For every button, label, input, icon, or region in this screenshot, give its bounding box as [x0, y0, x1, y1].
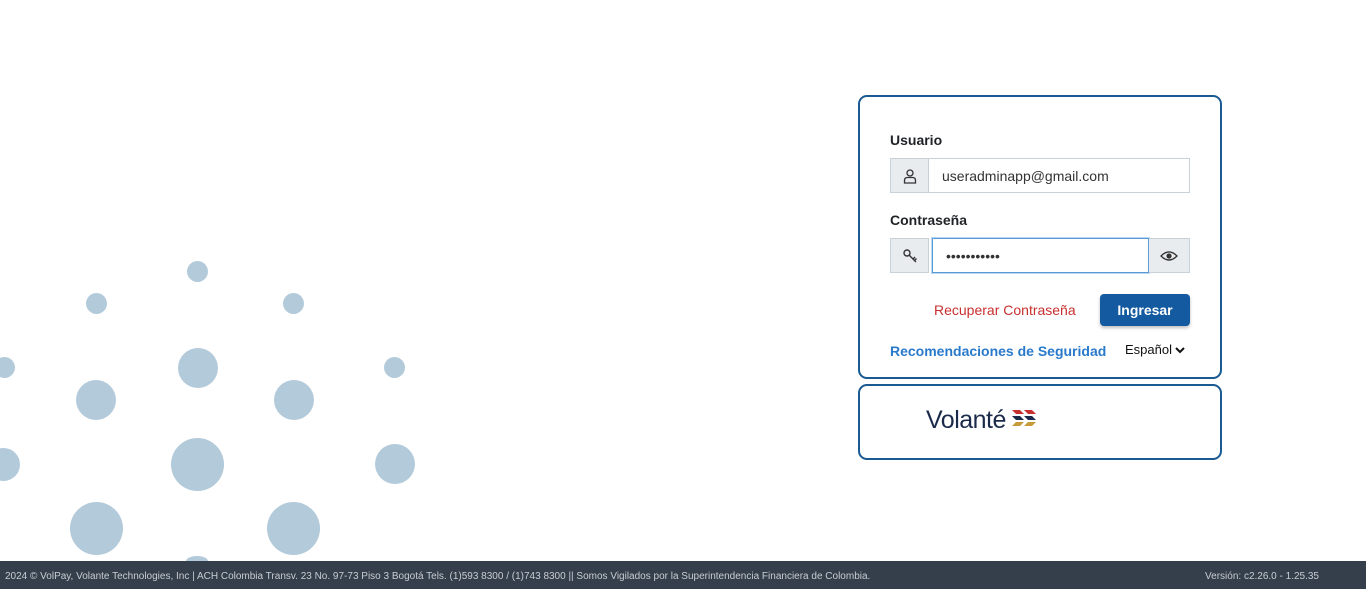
password-label: Contraseña: [890, 212, 968, 228]
volante-logo: Volanté: [926, 405, 1040, 436]
language-label: Español: [1125, 342, 1172, 357]
recover-password-link[interactable]: Recuperar Contraseña: [934, 302, 1076, 318]
username-label: Usuario: [890, 132, 943, 148]
security-recommendations-link[interactable]: Recomendaciones de Seguridad: [890, 343, 1106, 359]
key-icon: [890, 238, 929, 273]
chevron-down-icon: [1175, 342, 1185, 357]
username-input[interactable]: [929, 158, 1190, 193]
footer-version: Versión: c2.26.0 - 1.25.35: [1205, 571, 1319, 582]
login-button[interactable]: Ingresar: [1100, 294, 1190, 326]
user-icon: [890, 158, 929, 193]
language-selector[interactable]: Español: [1125, 342, 1185, 357]
decorative-dot-pattern: [0, 0, 430, 566]
logo-mark-icon: [1010, 405, 1040, 436]
password-input[interactable]: [932, 238, 1149, 273]
eye-icon[interactable]: [1149, 238, 1190, 273]
logo-card: Volanté: [858, 384, 1222, 460]
footer-copyright: 2024 © VolPay, Volante Technologies, Inc…: [5, 571, 871, 582]
login-card: Usuario Contraseña Recuperar Contraseña …: [858, 95, 1222, 379]
username-group: [890, 158, 1190, 193]
footer: 2024 © VolPay, Volante Technologies, Inc…: [0, 561, 1366, 589]
logo-text: Volanté: [926, 406, 1006, 434]
password-group: [890, 238, 1190, 273]
